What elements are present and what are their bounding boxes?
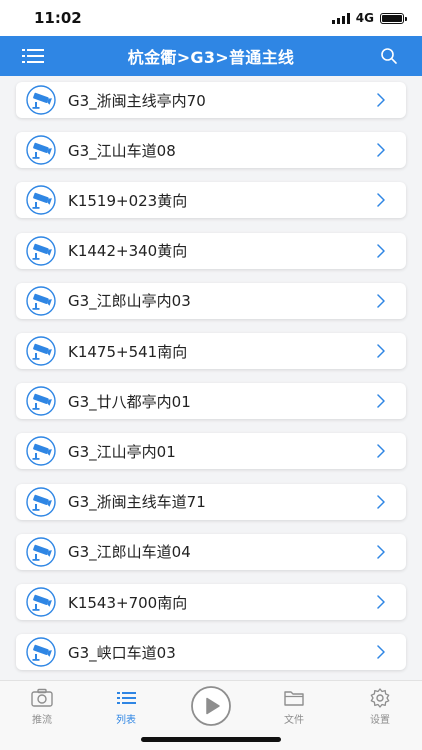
camera-icon (26, 185, 56, 216)
camera-icon (26, 286, 56, 316)
camera-icon (26, 336, 56, 366)
camera-icon (26, 85, 56, 115)
list-item[interactable]: K1519+023黄向 (16, 182, 406, 219)
tab-files[interactable]: 文件 (252, 681, 336, 727)
tab-push-stream[interactable]: 推流 (0, 681, 84, 727)
list-item-label: K1475+541南向 (68, 342, 188, 361)
list-item[interactable]: G3_江山亭内01 (16, 433, 406, 470)
camera-icon (26, 537, 56, 567)
camera-icon (26, 637, 56, 667)
chevron-right-icon (377, 344, 385, 358)
tab-label: 列表 (116, 715, 136, 726)
chevron-right-icon (377, 193, 385, 208)
chevron-right-icon (377, 645, 385, 659)
camera-list: G3_浙闽主线亭内70 G3_江山车道08 K1519+023黄向 K1442+340… (0, 76, 422, 680)
list-item[interactable]: G3_浙闽主线亭内70 (16, 82, 406, 118)
chevron-right-icon (377, 243, 385, 258)
list-item-label: G3_江山亭内01 (68, 442, 176, 461)
page-title: 杭金衢>G3>普通主线 (127, 48, 295, 67)
list-item[interactable]: K1442+340黄向 (16, 232, 406, 269)
camera-icon (26, 135, 56, 165)
list-item[interactable]: K1543+700南向 (16, 584, 406, 620)
chevron-right-icon (377, 444, 385, 459)
list-item[interactable]: K1475+541南向 (16, 333, 406, 369)
home-indicator (141, 737, 281, 742)
list-item-label: G3_廿八都亭内01 (68, 392, 191, 411)
gear-icon (370, 688, 390, 708)
nav-bar: 杭金衢>G3>普通主线 (0, 36, 422, 76)
signal-icon (331, 12, 350, 24)
tab-label: 推流 (32, 715, 52, 726)
list-item-label: G3_江郎山车道04 (68, 543, 191, 562)
list-item-label: K1519+023黄向 (68, 191, 188, 210)
folder-icon (284, 691, 304, 706)
list-item[interactable]: G3_峡口车道03 (16, 634, 406, 671)
status-time: 11:02 (34, 9, 82, 27)
list-item[interactable]: G3_江郎山亭内03 (16, 282, 406, 319)
list-item[interactable]: G3_廿八都亭内01 (16, 383, 406, 420)
camera-icon (26, 587, 56, 617)
chevron-right-icon (377, 494, 385, 509)
menu-icon[interactable] (22, 48, 44, 64)
chevron-right-icon (377, 93, 385, 107)
battery-icon (380, 12, 407, 24)
chevron-right-icon (377, 143, 385, 157)
network-type: 4G (355, 11, 374, 25)
list-item-label: K1543+700南向 (68, 593, 188, 612)
tab-settings[interactable]: 设置 (338, 681, 422, 727)
list-item-label: G3_峡口车道03 (68, 643, 176, 662)
camera-icon (26, 436, 56, 467)
list-item-label: K1442+340黄向 (68, 242, 188, 261)
camera-icon (26, 486, 56, 517)
status-bar: 11:02 4G (0, 0, 422, 36)
list-item-label: G3_浙闽主线亭内70 (68, 91, 206, 110)
search-icon[interactable] (380, 47, 398, 65)
chevron-right-icon (377, 545, 385, 559)
tab-label: 文件 (284, 715, 304, 726)
chevron-right-icon (377, 394, 385, 408)
play-icon[interactable] (190, 685, 232, 727)
chevron-right-icon (377, 595, 385, 609)
tab-label: 设置 (370, 715, 390, 726)
list-icon (117, 692, 136, 704)
camera-icon (31, 688, 53, 707)
list-item[interactable]: G3_江郎山车道04 (16, 533, 406, 570)
tab-list[interactable]: 列表 (84, 681, 168, 727)
status-indicators: 4G (331, 11, 407, 25)
list-item[interactable]: G3_浙闽主线车道71 (16, 483, 406, 520)
camera-icon (26, 235, 56, 266)
list-item-label: G3_江山车道08 (68, 141, 176, 160)
list-item-label: G3_浙闽主线车道71 (68, 493, 206, 512)
camera-icon (26, 386, 56, 416)
chevron-right-icon (377, 294, 385, 308)
list-item-label: G3_江郎山亭内03 (68, 292, 191, 311)
list-item[interactable]: G3_江山车道08 (16, 132, 406, 169)
